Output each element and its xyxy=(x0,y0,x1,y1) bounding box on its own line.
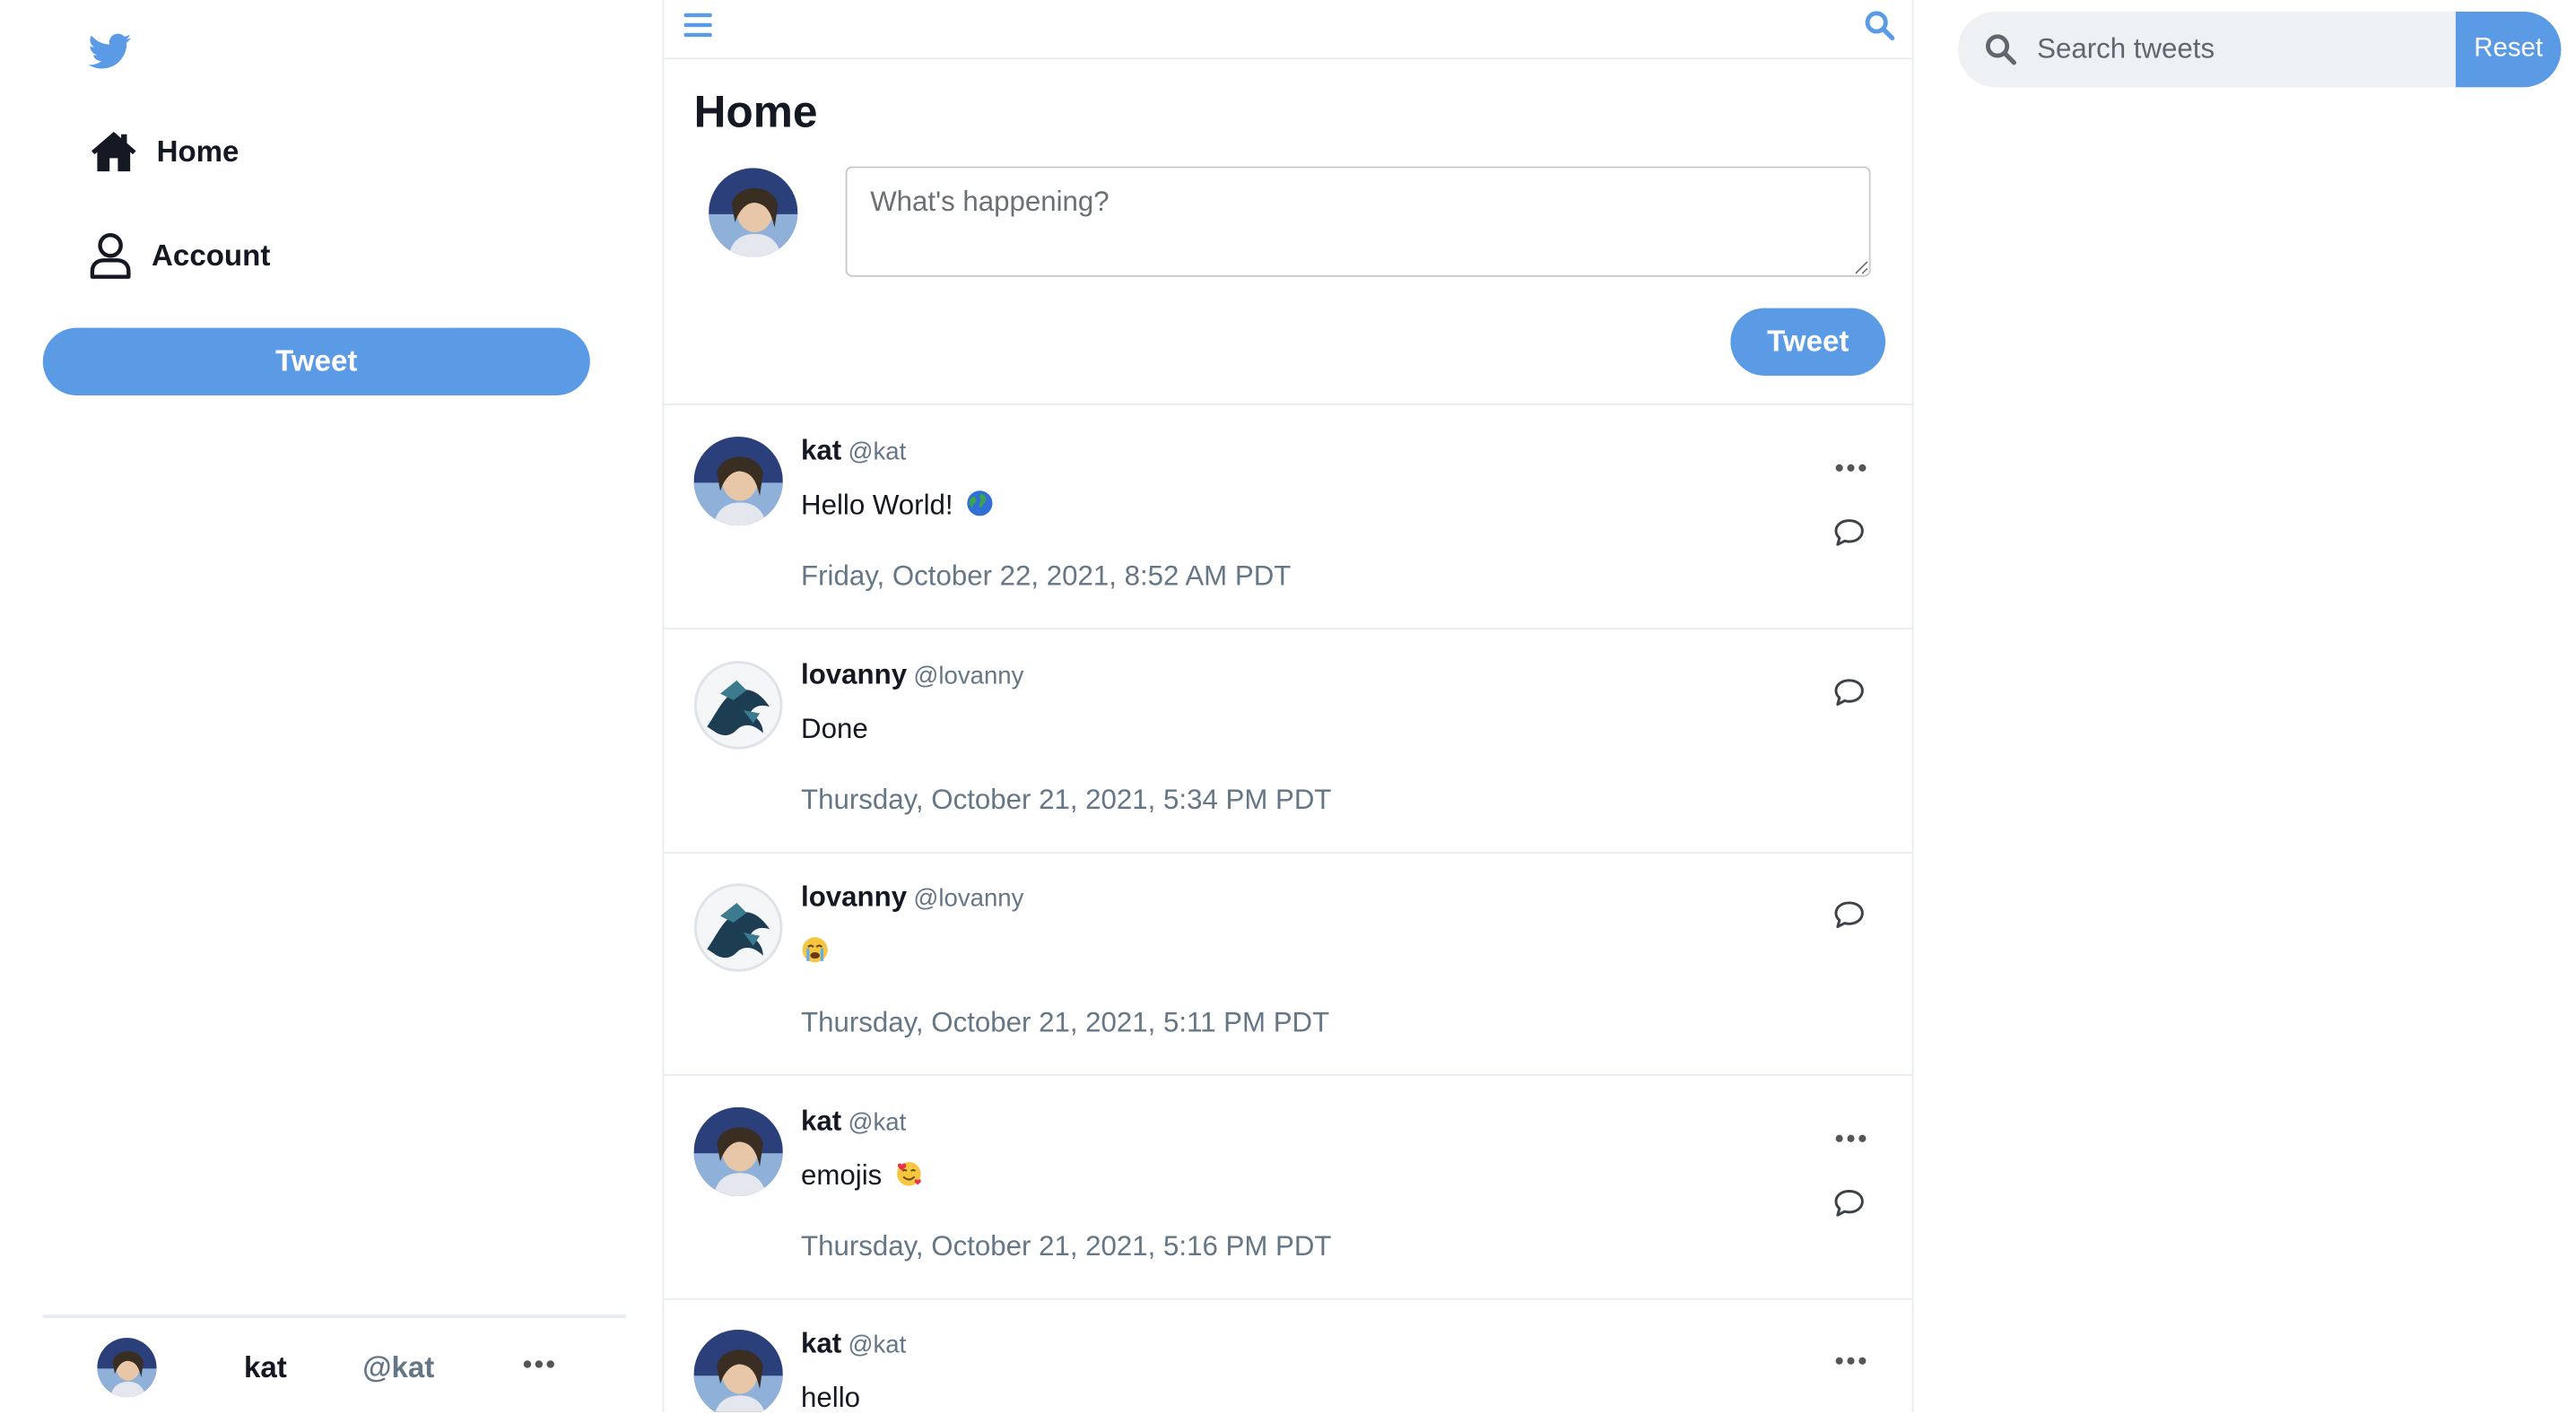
tweet-author-name: kat xyxy=(801,435,842,467)
profile-name: kat xyxy=(243,1350,287,1384)
tweet-item[interactable]: lovanny @lovanny Thursday, October 21, 20… xyxy=(664,852,1912,1076)
tweet-author: kat @kat xyxy=(801,1106,906,1139)
ellipsis-icon[interactable] xyxy=(1834,460,1867,476)
smiling-hearts-emoji xyxy=(896,1161,921,1186)
ellipsis-icon[interactable] xyxy=(1834,1353,1867,1369)
profile-handle: @kat xyxy=(362,1350,435,1384)
top-bar xyxy=(664,0,1912,60)
search-icon[interactable] xyxy=(1864,10,1895,41)
tweet-author-handle: @lovanny xyxy=(913,884,1024,913)
tweet-text xyxy=(801,936,829,969)
sidebar-item-account[interactable]: Account xyxy=(89,230,270,280)
tweet-author-name: kat xyxy=(801,1328,842,1359)
reset-button[interactable]: Reset xyxy=(2455,11,2562,88)
tweet-author-handle: @lovanny xyxy=(913,662,1024,690)
tweet-timestamp: Thursday, October 21, 2021, 5:16 PM PDT xyxy=(801,1230,1332,1262)
tweet-author: kat @kat xyxy=(801,1328,906,1361)
tweet-author-handle: @kat xyxy=(848,1108,907,1137)
reply-icon[interactable] xyxy=(1832,517,1866,547)
profile-bar[interactable]: kat @kat xyxy=(42,1314,627,1413)
tweet-author-handle: @kat xyxy=(848,1331,907,1359)
sidebar-item-label: Account xyxy=(152,238,271,272)
sidebar-item-home[interactable]: Home xyxy=(89,126,239,176)
avatar xyxy=(97,1338,157,1398)
tweet-text: Hello World! xyxy=(801,490,994,523)
globe-emoji xyxy=(967,490,993,516)
tweet-timestamp: Thursday, October 21, 2021, 5:34 PM PDT xyxy=(801,784,1332,816)
tweet-timestamp: Thursday, October 21, 2021, 5:11 PM PDT xyxy=(801,1006,1330,1038)
reply-icon[interactable] xyxy=(1832,899,1866,929)
ellipsis-icon[interactable] xyxy=(521,1351,557,1377)
tweet-author: lovanny @lovanny xyxy=(801,881,1023,915)
tweet-text-content: emojis xyxy=(801,1159,883,1192)
page-title: Home xyxy=(693,87,818,137)
reply-icon[interactable] xyxy=(1832,677,1866,707)
tweet-text: emojis xyxy=(801,1160,923,1193)
sidebar-tweet-button[interactable]: Tweet xyxy=(42,327,590,395)
timeline-column: Home Tweet xyxy=(662,0,1914,1412)
tweet-item[interactable]: lovanny @lovanny Done Thursday, October 2… xyxy=(664,629,1912,854)
tweet-timestamp: Friday, October 22, 2021, 8:52 AM PDT xyxy=(801,560,1292,592)
avatar xyxy=(709,168,798,257)
tweet-author: lovanny @lovanny xyxy=(801,659,1023,692)
twitter-bird-icon[interactable] xyxy=(87,30,133,73)
crying-face-emoji xyxy=(802,937,828,963)
sidebar-item-label: Home xyxy=(156,134,239,168)
compose-tweet-button[interactable]: Tweet xyxy=(1730,308,1886,376)
tweet-author-handle: @kat xyxy=(848,438,907,467)
user-icon xyxy=(90,233,131,279)
avatar[interactable] xyxy=(693,1106,783,1197)
home-icon xyxy=(91,132,136,172)
reply-icon[interactable] xyxy=(1832,1188,1866,1218)
tweet-author: kat @kat xyxy=(801,435,906,468)
tweet-item[interactable]: kat @kat Hello World! Friday, October 22,… xyxy=(664,405,1912,629)
avatar[interactable] xyxy=(693,436,783,526)
ellipsis-icon[interactable] xyxy=(1834,1131,1867,1147)
tweet-text: Done xyxy=(801,713,868,745)
search-icon xyxy=(1986,34,2016,65)
tweet-author-name: kat xyxy=(801,1105,842,1137)
avatar[interactable] xyxy=(693,660,783,750)
tweet-author-name: lovanny xyxy=(801,659,908,690)
tweet-author-name: lovanny xyxy=(801,881,908,913)
avatar[interactable] xyxy=(693,882,783,973)
tweet-text-content: Hello World! xyxy=(801,489,953,521)
search-bar: Reset xyxy=(1957,11,2562,88)
compose-textarea[interactable] xyxy=(845,166,1871,277)
tweet-item[interactable]: kat @kat emojis Thursday, October 21, 202… xyxy=(664,1076,1912,1300)
hamburger-menu-icon[interactable] xyxy=(683,12,712,38)
search-input[interactable] xyxy=(2037,11,2450,88)
avatar[interactable] xyxy=(693,1329,783,1412)
tweet-item[interactable]: kat @kat hello xyxy=(665,1298,1912,1412)
